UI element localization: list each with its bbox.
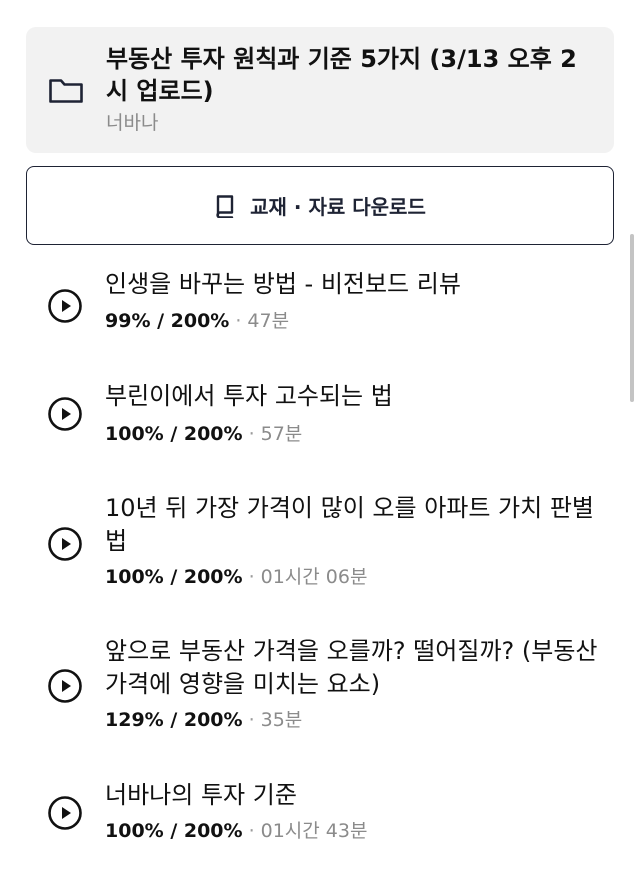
- lesson-meta: 129% / 200% · 35분: [105, 707, 302, 733]
- lesson-item[interactable]: 인생을 바꾸는 방법 - 비전보드 리뷰 99% / 200% · 47분: [0, 268, 626, 346]
- lesson-title: 너바나의 투자 기준: [105, 781, 297, 809]
- progress-text: 100% / 200%: [105, 423, 243, 445]
- lesson-meta: 99% / 200% · 47분: [105, 308, 289, 334]
- play-icon: [48, 796, 82, 830]
- progress-text: 129% / 200%: [105, 709, 243, 731]
- duration-text: 47분: [247, 310, 290, 332]
- lesson-title: 인생을 바꾸는 방법 - 비전보드 리뷰: [105, 270, 461, 298]
- download-label: 교재 · 자료 다운로드: [250, 195, 426, 219]
- meta-separator: ·: [248, 566, 255, 588]
- meta-separator: ·: [235, 310, 242, 332]
- progress-text: 100% / 200%: [105, 820, 243, 842]
- play-icon: [48, 397, 82, 431]
- lesson-title: 부린이에서 투자 고수되는 법: [105, 382, 393, 410]
- meta-separator: ·: [248, 820, 255, 842]
- play-icon: [48, 289, 82, 323]
- materials-download-button[interactable]: 교재 · 자료 다운로드: [26, 166, 614, 245]
- duration-text: 57분: [260, 423, 303, 445]
- lesson-item[interactable]: 너바나의 투자 기준 100% / 200% · 01시간 43분: [0, 779, 626, 851]
- duration-text: 35분: [260, 709, 303, 731]
- meta-separator: ·: [248, 709, 255, 731]
- book-icon: [216, 194, 234, 218]
- progress-text: 100% / 200%: [105, 566, 243, 588]
- lesson-item[interactable]: 앞으로 부동산 가격을 오를까? 떨어질까? (부동산 가격에 영향을 미치는 …: [0, 635, 626, 735]
- play-icon: [48, 669, 82, 703]
- lesson-item[interactable]: 부린이에서 투자 고수되는 법 100% / 200% · 57분: [0, 380, 626, 458]
- duration-text: 01시간 06분: [260, 566, 368, 588]
- scrollbar[interactable]: [630, 234, 634, 402]
- folder-icon: [49, 79, 83, 103]
- meta-separator: ·: [248, 423, 255, 445]
- duration-text: 01시간 43분: [260, 820, 368, 842]
- lesson-title: 앞으로 부동산 가격을 오를까? 떨어질까? (부동산 가격에 영향을 미치는 …: [105, 637, 598, 698]
- progress-text: 99% / 200%: [105, 310, 230, 332]
- lesson-meta: 100% / 200% · 01시간 43분: [105, 818, 367, 844]
- lesson-meta: 100% / 200% · 01시간 06분: [105, 564, 367, 590]
- course-title: 부동산 투자 원칙과 기준 5가지 (3/13 오후 2시 업로드): [106, 45, 577, 105]
- play-icon: [48, 527, 82, 561]
- course-header-card[interactable]: 부동산 투자 원칙과 기준 5가지 (3/13 오후 2시 업로드) 너바나: [26, 27, 614, 153]
- course-author: 너바나: [106, 112, 159, 134]
- lesson-item[interactable]: 10년 뒤 가장 가격이 많이 오를 아파트 가치 판별법 100% / 200…: [0, 492, 626, 592]
- lesson-meta: 100% / 200% · 57분: [105, 421, 302, 447]
- lesson-title: 10년 뒤 가장 가격이 많이 오를 아파트 가치 판별법: [105, 494, 595, 555]
- course-page: 부동산 투자 원칙과 기준 5가지 (3/13 오후 2시 업로드) 너바나 교…: [0, 0, 640, 875]
